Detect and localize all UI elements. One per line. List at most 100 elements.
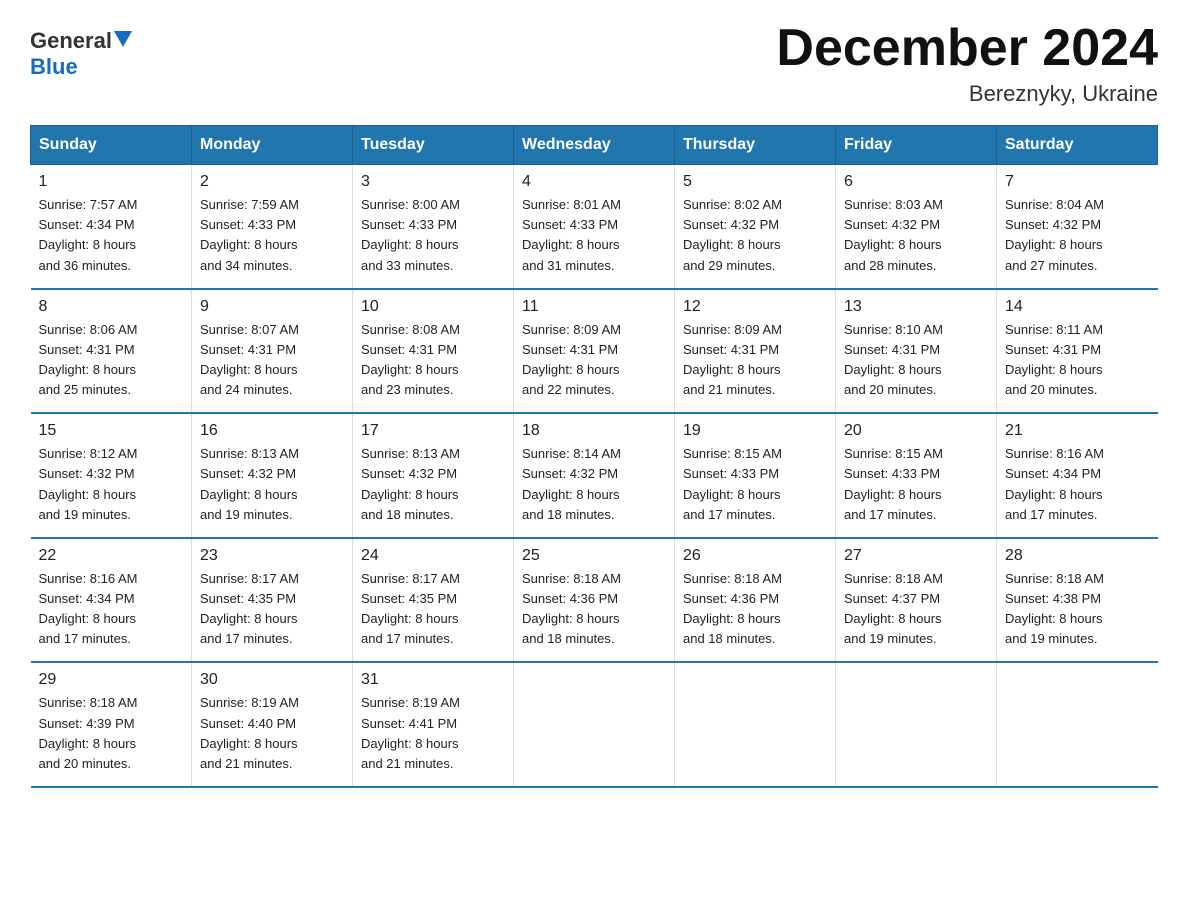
day-info: Sunrise: 8:09 AMSunset: 4:31 PMDaylight:…	[522, 320, 666, 401]
calendar-cell: 14Sunrise: 8:11 AMSunset: 4:31 PMDayligh…	[997, 289, 1158, 414]
calendar-cell: 9 Sunrise: 8:07 AMSunset: 4:31 PMDaylight…	[192, 289, 353, 414]
header-friday: Friday	[836, 126, 997, 165]
day-number: 30	[200, 671, 344, 689]
calendar-cell: 5 Sunrise: 8:02 AMSunset: 4:32 PMDaylight…	[675, 165, 836, 289]
day-number: 21	[1005, 422, 1150, 440]
day-number: 27	[844, 547, 988, 565]
day-number: 2	[200, 173, 344, 191]
day-number: 1	[39, 173, 184, 191]
day-number: 12	[683, 298, 827, 316]
header-thursday: Thursday	[675, 126, 836, 165]
calendar-cell	[514, 662, 675, 787]
calendar-table: SundayMondayTuesdayWednesdayThursdayFrid…	[30, 125, 1158, 788]
calendar-cell: 15 Sunrise: 8:12 AMSunset: 4:32 PMDayligh…	[31, 413, 192, 538]
day-number: 6	[844, 173, 988, 191]
day-info: Sunrise: 8:12 AMSunset: 4:32 PMDaylight:…	[39, 444, 184, 525]
calendar-cell: 8 Sunrise: 8:06 AMSunset: 4:31 PMDaylight…	[31, 289, 192, 414]
calendar-week-2: 8 Sunrise: 8:06 AMSunset: 4:31 PMDaylight…	[31, 289, 1158, 414]
day-number: 20	[844, 422, 988, 440]
calendar-cell: 21Sunrise: 8:16 AMSunset: 4:34 PMDayligh…	[997, 413, 1158, 538]
day-info: Sunrise: 8:13 AMSunset: 4:32 PMDaylight:…	[361, 444, 505, 525]
day-info: Sunrise: 8:15 AMSunset: 4:33 PMDaylight:…	[844, 444, 988, 525]
day-info: Sunrise: 8:04 AMSunset: 4:32 PMDaylight:…	[1005, 195, 1150, 276]
day-info: Sunrise: 7:59 AMSunset: 4:33 PMDaylight:…	[200, 195, 344, 276]
calendar-cell	[675, 662, 836, 787]
day-info: Sunrise: 7:57 AMSunset: 4:34 PMDaylight:…	[39, 195, 184, 276]
page-header: General Blue December 2024 Bereznyky, Uk…	[30, 20, 1158, 107]
calendar-header-row: SundayMondayTuesdayWednesdayThursdayFrid…	[31, 126, 1158, 165]
calendar-cell: 11 Sunrise: 8:09 AMSunset: 4:31 PMDayligh…	[514, 289, 675, 414]
day-number: 25	[522, 547, 666, 565]
calendar-cell: 12 Sunrise: 8:09 AMSunset: 4:31 PMDayligh…	[675, 289, 836, 414]
header-wednesday: Wednesday	[514, 126, 675, 165]
calendar-cell	[836, 662, 997, 787]
calendar-cell: 24 Sunrise: 8:17 AMSunset: 4:35 PMDayligh…	[353, 538, 514, 663]
day-info: Sunrise: 8:09 AMSunset: 4:31 PMDaylight:…	[683, 320, 827, 401]
day-info: Sunrise: 8:11 AMSunset: 4:31 PMDaylight:…	[1005, 320, 1150, 401]
calendar-cell: 18Sunrise: 8:14 AMSunset: 4:32 PMDayligh…	[514, 413, 675, 538]
day-info: Sunrise: 8:01 AMSunset: 4:33 PMDaylight:…	[522, 195, 666, 276]
logo-triangle-icon	[114, 31, 132, 47]
day-number: 15	[39, 422, 184, 440]
day-number: 23	[200, 547, 344, 565]
calendar-cell: 10Sunrise: 8:08 AMSunset: 4:31 PMDayligh…	[353, 289, 514, 414]
day-number: 10	[361, 298, 505, 316]
calendar-week-3: 15 Sunrise: 8:12 AMSunset: 4:32 PMDayligh…	[31, 413, 1158, 538]
header-tuesday: Tuesday	[353, 126, 514, 165]
calendar-cell: 23 Sunrise: 8:17 AMSunset: 4:35 PMDayligh…	[192, 538, 353, 663]
calendar-cell: 4Sunrise: 8:01 AMSunset: 4:33 PMDaylight…	[514, 165, 675, 289]
logo-blue-text: Blue	[30, 54, 78, 80]
calendar-cell: 29 Sunrise: 8:18 AMSunset: 4:39 PMDayligh…	[31, 662, 192, 787]
day-number: 8	[39, 298, 184, 316]
day-number: 18	[522, 422, 666, 440]
day-number: 13	[844, 298, 988, 316]
header-monday: Monday	[192, 126, 353, 165]
calendar-cell: 26Sunrise: 8:18 AMSunset: 4:36 PMDayligh…	[675, 538, 836, 663]
day-info: Sunrise: 8:10 AMSunset: 4:31 PMDaylight:…	[844, 320, 988, 401]
day-info: Sunrise: 8:07 AMSunset: 4:31 PMDaylight:…	[200, 320, 344, 401]
calendar-cell: 22Sunrise: 8:16 AMSunset: 4:34 PMDayligh…	[31, 538, 192, 663]
calendar-cell: 19 Sunrise: 8:15 AMSunset: 4:33 PMDayligh…	[675, 413, 836, 538]
day-info: Sunrise: 8:02 AMSunset: 4:32 PMDaylight:…	[683, 195, 827, 276]
page-subtitle: Bereznyky, Ukraine	[776, 81, 1158, 107]
calendar-cell: 7 Sunrise: 8:04 AMSunset: 4:32 PMDaylight…	[997, 165, 1158, 289]
calendar-week-4: 22Sunrise: 8:16 AMSunset: 4:34 PMDayligh…	[31, 538, 1158, 663]
day-info: Sunrise: 8:17 AMSunset: 4:35 PMDaylight:…	[200, 569, 344, 650]
calendar-cell: 2 Sunrise: 7:59 AMSunset: 4:33 PMDaylight…	[192, 165, 353, 289]
header-sunday: Sunday	[31, 126, 192, 165]
calendar-week-1: 1 Sunrise: 7:57 AMSunset: 4:34 PMDaylight…	[31, 165, 1158, 289]
calendar-cell: 28 Sunrise: 8:18 AMSunset: 4:38 PMDayligh…	[997, 538, 1158, 663]
title-block: December 2024 Bereznyky, Ukraine	[776, 20, 1158, 107]
day-number: 28	[1005, 547, 1150, 565]
day-info: Sunrise: 8:00 AMSunset: 4:33 PMDaylight:…	[361, 195, 505, 276]
day-number: 5	[683, 173, 827, 191]
day-number: 3	[361, 173, 505, 191]
day-info: Sunrise: 8:18 AMSunset: 4:39 PMDaylight:…	[39, 693, 184, 774]
day-info: Sunrise: 8:17 AMSunset: 4:35 PMDaylight:…	[361, 569, 505, 650]
calendar-cell	[997, 662, 1158, 787]
day-info: Sunrise: 8:13 AMSunset: 4:32 PMDaylight:…	[200, 444, 344, 525]
day-info: Sunrise: 8:19 AMSunset: 4:40 PMDaylight:…	[200, 693, 344, 774]
calendar-cell: 30 Sunrise: 8:19 AMSunset: 4:40 PMDayligh…	[192, 662, 353, 787]
day-info: Sunrise: 8:18 AMSunset: 4:38 PMDaylight:…	[1005, 569, 1150, 650]
logo: General Blue	[30, 28, 132, 80]
day-number: 7	[1005, 173, 1150, 191]
day-number: 22	[39, 547, 184, 565]
day-info: Sunrise: 8:18 AMSunset: 4:37 PMDaylight:…	[844, 569, 988, 650]
day-number: 24	[361, 547, 505, 565]
day-number: 9	[200, 298, 344, 316]
logo-general-text: General	[30, 28, 112, 54]
day-number: 26	[683, 547, 827, 565]
calendar-cell: 31Sunrise: 8:19 AMSunset: 4:41 PMDayligh…	[353, 662, 514, 787]
day-number: 11	[522, 298, 666, 316]
day-number: 29	[39, 671, 184, 689]
day-number: 16	[200, 422, 344, 440]
day-info: Sunrise: 8:15 AMSunset: 4:33 PMDaylight:…	[683, 444, 827, 525]
day-number: 19	[683, 422, 827, 440]
calendar-cell: 3 Sunrise: 8:00 AMSunset: 4:33 PMDaylight…	[353, 165, 514, 289]
calendar-cell: 13 Sunrise: 8:10 AMSunset: 4:31 PMDayligh…	[836, 289, 997, 414]
calendar-week-5: 29 Sunrise: 8:18 AMSunset: 4:39 PMDayligh…	[31, 662, 1158, 787]
day-number: 31	[361, 671, 505, 689]
calendar-cell: 17Sunrise: 8:13 AMSunset: 4:32 PMDayligh…	[353, 413, 514, 538]
day-info: Sunrise: 8:06 AMSunset: 4:31 PMDaylight:…	[39, 320, 184, 401]
